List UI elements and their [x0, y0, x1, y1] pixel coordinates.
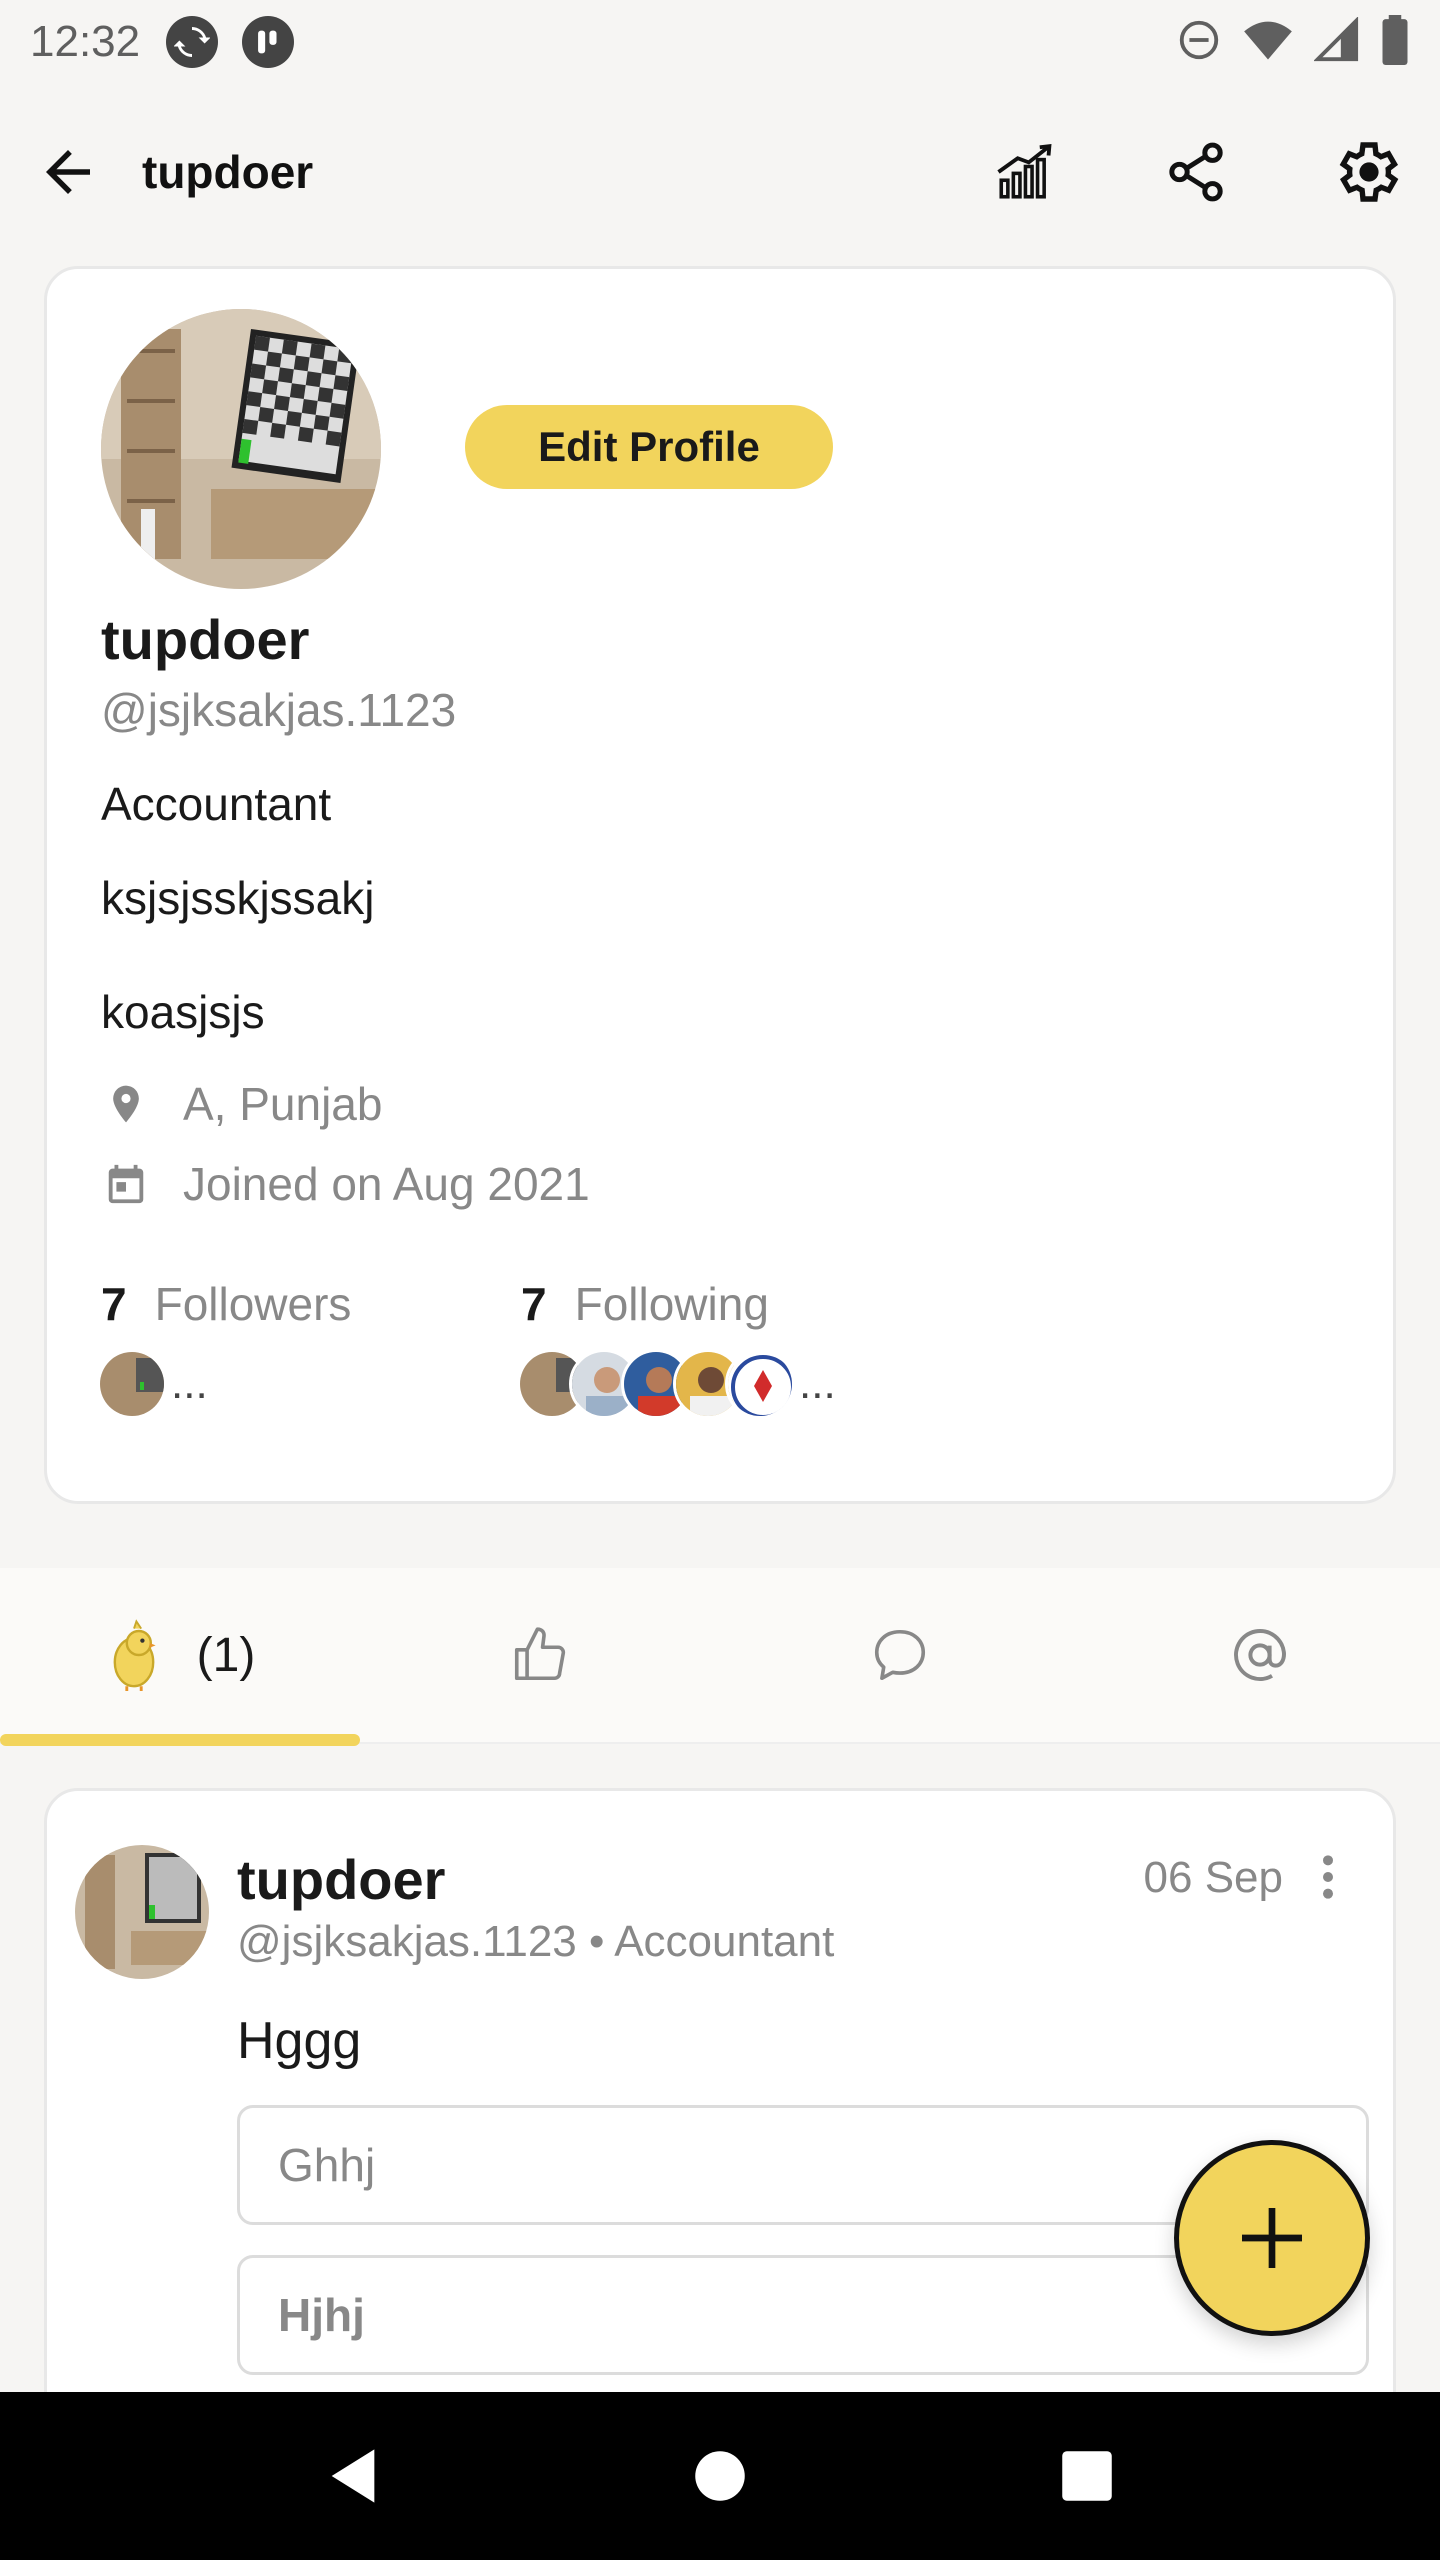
calendar-icon: [101, 1159, 151, 1209]
nav-back-button[interactable]: [308, 2431, 398, 2521]
status-bar: 12:32: [0, 0, 1440, 84]
battery-icon: [1380, 14, 1410, 70]
stats-button[interactable]: [984, 130, 1068, 214]
joined-text: Joined on Aug 2021: [183, 1158, 590, 1210]
profile-bio-line-1: ksjsjsskjssakj: [101, 872, 375, 924]
following-number: 7: [521, 1278, 547, 1330]
bird-icon: [113, 1619, 156, 1691]
avatar: [725, 1349, 795, 1419]
dnd-icon: [1176, 17, 1222, 68]
post-text: Hggg: [237, 2012, 362, 2070]
signal-icon: [1313, 15, 1360, 68]
thumbs-up-icon: [514, 1627, 566, 1681]
followers-avatars[interactable]: ...: [97, 1349, 208, 1419]
system-nav-bar: [0, 2392, 1440, 2560]
status-time: 12:32: [30, 17, 141, 66]
back-button[interactable]: [32, 136, 104, 208]
plus-icon: [1242, 2208, 1302, 2268]
profile-card: Edit Profile tupdoer @jsjksakjas.1123 Ac…: [44, 266, 1396, 1504]
comment-icon: [874, 1629, 926, 1681]
location-text: A, Punjab: [183, 1078, 383, 1130]
nav-home-button[interactable]: [675, 2431, 765, 2521]
create-post-button[interactable]: [1174, 2140, 1370, 2336]
avatar[interactable]: [101, 309, 381, 589]
profile-handle: @jsjksakjas.1123: [101, 684, 457, 736]
location-pin-icon: [101, 1079, 151, 1129]
profile-location: A, Punjab: [101, 1077, 382, 1131]
posts-count: (1): [196, 1628, 256, 1682]
back-triangle-icon: [331, 2449, 375, 2503]
profile-bio-line-2: koasjsjs: [101, 986, 265, 1038]
followers-count[interactable]: 7 Followers: [101, 1277, 351, 1331]
sync-icon: [166, 16, 219, 68]
following-label: Following: [574, 1278, 769, 1330]
followers-more: ...: [171, 1359, 208, 1408]
page-title: tupdoer: [142, 146, 314, 198]
post-author-name[interactable]: tupdoer: [237, 1847, 445, 1912]
at-icon: [1234, 1629, 1287, 1681]
stats-icon: [997, 143, 1052, 199]
post-date: 06 Sep: [1143, 1853, 1283, 1902]
nav-recents-button[interactable]: [1042, 2431, 1132, 2521]
settings-button[interactable]: [1324, 130, 1408, 214]
post-card[interactable]: tupdoer @jsjksakjas.1123 • Accountant 06…: [44, 1788, 1396, 2488]
following-count[interactable]: 7 Following: [521, 1277, 769, 1331]
profile-tabs: (1): [0, 1568, 1440, 1746]
following-avatars[interactable]: ...: [517, 1349, 836, 1419]
post-more-button[interactable]: [1303, 1847, 1353, 1907]
profile-occupation: Accountant: [101, 778, 332, 830]
recents-square-icon: [1061, 2451, 1112, 2501]
back-arrow-icon: [46, 150, 90, 194]
tab-comments[interactable]: [720, 1568, 1080, 1742]
tab-likes[interactable]: [360, 1568, 720, 1742]
wifi-icon: [1242, 17, 1294, 68]
active-tab-indicator: [0, 1734, 360, 1746]
share-icon: [1169, 142, 1223, 202]
followers-number: 7: [101, 1278, 127, 1330]
avatar: [97, 1349, 167, 1419]
home-circle-icon: [695, 2451, 745, 2501]
edit-profile-button[interactable]: Edit Profile: [465, 405, 833, 489]
profile-name: tupdoer: [101, 608, 310, 671]
avatar[interactable]: [75, 1845, 209, 1979]
followers-label: Followers: [154, 1278, 352, 1330]
tab-mentions[interactable]: [1080, 1568, 1440, 1742]
following-more: ...: [799, 1359, 836, 1408]
app-bar: tupdoer: [0, 104, 1440, 240]
settings-icon: [1339, 142, 1399, 202]
more-vertical-icon: [1323, 1855, 1333, 1899]
post-author-meta: @jsjksakjas.1123 • Accountant: [237, 1917, 835, 1966]
app-icon: [242, 16, 295, 68]
tab-posts[interactable]: (1): [0, 1568, 360, 1746]
share-button[interactable]: [1154, 130, 1238, 214]
profile-joined: Joined on Aug 2021: [101, 1157, 590, 1211]
